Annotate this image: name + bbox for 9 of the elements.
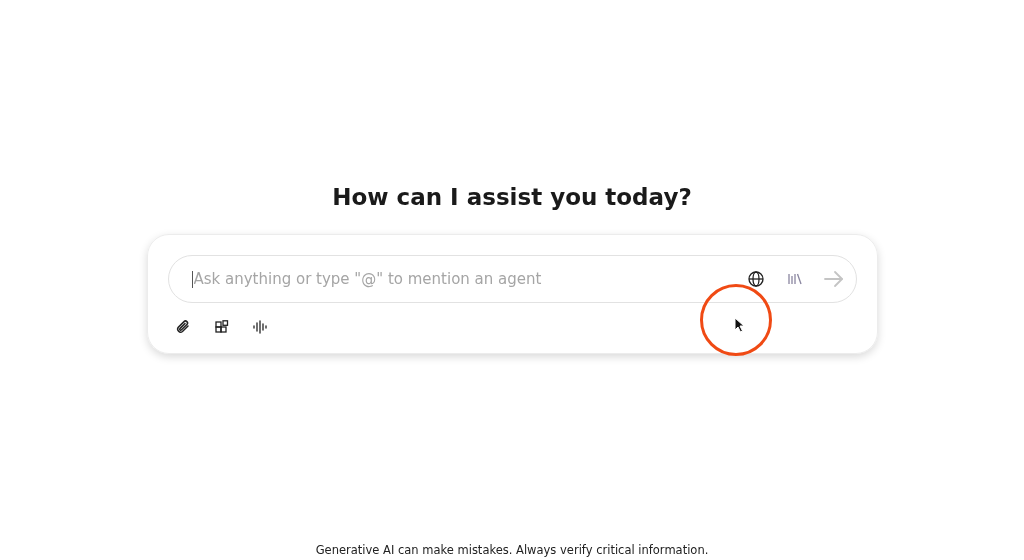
waveform-icon[interactable] xyxy=(252,320,267,334)
mouse-cursor-icon xyxy=(733,317,745,333)
blocks-icon[interactable] xyxy=(214,320,229,334)
library-icon[interactable] xyxy=(787,273,802,285)
heading: How can I assist you today? xyxy=(332,183,692,212)
disclaimer-text: Generative AI can make mistakes. Always verify critical information. xyxy=(315,543,709,557)
paperclip-icon[interactable] xyxy=(174,319,191,335)
prompt-input[interactable]: Ask anything or type "@" to mention an agent xyxy=(193,270,748,288)
globe-icon[interactable] xyxy=(747,271,764,287)
